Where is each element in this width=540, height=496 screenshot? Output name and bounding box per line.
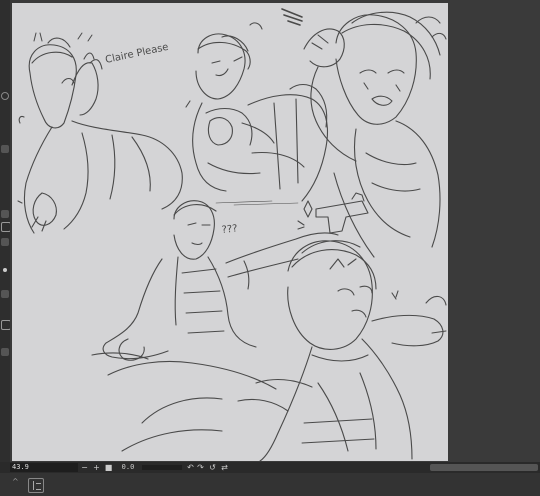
stop-icon[interactable]: ■ (104, 463, 113, 472)
horizontal-scrollbar[interactable] (430, 464, 538, 471)
canvas-area: Claire Please ??? (10, 0, 540, 462)
rotate-left-icon[interactable]: ↶ (186, 463, 195, 472)
toolbar-button[interactable] (1, 210, 9, 218)
dot-icon[interactable] (3, 268, 7, 272)
toolbar-button[interactable] (1, 145, 9, 153)
sketch-drawing: Claire Please ??? (17, 8, 447, 461)
bottom-panel-bar: ^ (0, 473, 540, 496)
figure-seated (91, 200, 339, 390)
toolbar-button[interactable] (1, 290, 9, 298)
zoom-level-field[interactable]: 43.9 (10, 463, 78, 472)
rotate-right-icon[interactable]: ↷ (196, 463, 205, 472)
flip-icon[interactable]: ⇄ (220, 463, 229, 472)
status-bar: 43.9 − + ■ 0.0 ↶ ↷ ↺ ⇄ (0, 462, 540, 473)
left-toolbar (0, 0, 11, 462)
gun-sketch (297, 192, 369, 234)
zoom-out-button[interactable]: − (80, 463, 89, 472)
annotation-claire: Claire Please (104, 42, 169, 66)
chevron-up-icon[interactable]: ^ (12, 477, 19, 486)
reset-rotation-icon[interactable]: ↺ (208, 463, 217, 472)
zoom-in-button[interactable]: + (92, 463, 101, 472)
rotation-angle-field[interactable]: 0.0 (118, 463, 138, 472)
circle-icon[interactable] (1, 92, 9, 100)
figure-eating (185, 22, 329, 202)
panel-toggle-icon[interactable] (28, 478, 44, 493)
figure-foreground (121, 240, 447, 461)
toolbar-button[interactable] (1, 238, 9, 246)
toolbar-button[interactable] (1, 348, 9, 356)
annotation-question-marks: ??? (221, 223, 238, 236)
figure-hand-on-face (17, 37, 183, 234)
drawing-canvas[interactable]: Claire Please ??? (12, 3, 448, 461)
rotation-slider[interactable] (142, 465, 182, 470)
figure-exhausted (281, 8, 447, 258)
